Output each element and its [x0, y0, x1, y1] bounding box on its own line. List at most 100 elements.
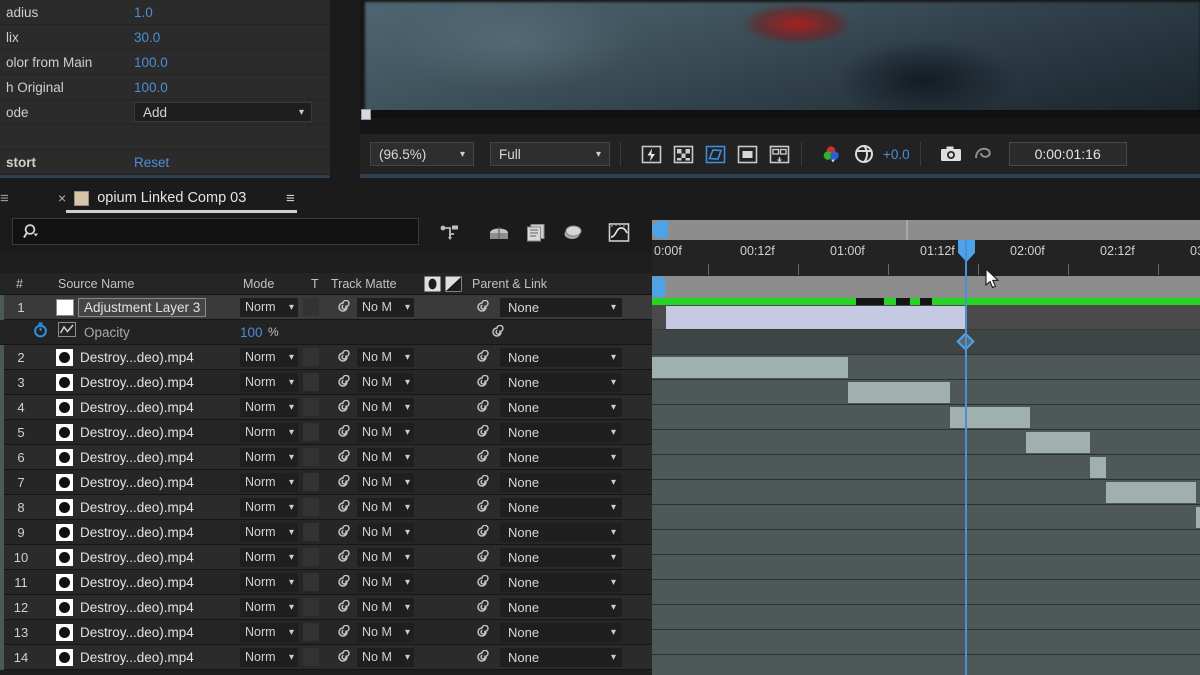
- track-matte-dropdown[interactable]: No M ▾: [357, 597, 414, 617]
- table-row[interactable]: 4 Destroy...deo).mp4 Norm ▾ No M ▾ None ▾: [0, 394, 652, 420]
- track-row[interactable]: [652, 530, 1200, 555]
- exposure-aperture-icon[interactable]: [852, 143, 876, 165]
- layer-mode-dropdown[interactable]: Norm ▾: [240, 472, 298, 492]
- track-row[interactable]: [652, 380, 1200, 405]
- layer-bar[interactable]: [848, 382, 950, 403]
- stopwatch-icon[interactable]: [33, 322, 48, 343]
- preserve-transparency-toggle[interactable]: [303, 548, 319, 566]
- parent-pickwhip-icon[interactable]: [475, 450, 489, 464]
- layer-name[interactable]: Destroy...deo).mp4: [80, 425, 194, 440]
- timeline-menu-icon[interactable]: ≡: [286, 190, 295, 207]
- track-row[interactable]: [652, 405, 1200, 430]
- parent-dropdown[interactable]: None ▾: [500, 522, 622, 542]
- layer-mode-dropdown[interactable]: Norm ▾: [240, 572, 298, 592]
- current-time-display[interactable]: 0:00:01:16: [1008, 142, 1127, 166]
- track-matte-dropdown[interactable]: No M ▾: [357, 572, 414, 592]
- track-row[interactable]: [652, 555, 1200, 580]
- track-matte-dropdown[interactable]: No M ▾: [357, 547, 414, 567]
- parent-dropdown[interactable]: None ▾: [500, 472, 622, 492]
- work-area-bar[interactable]: [652, 276, 1200, 298]
- exposure-value[interactable]: +0.0: [883, 147, 910, 162]
- preserve-transparency-toggle[interactable]: [303, 373, 319, 391]
- channel-rgb-icon[interactable]: [820, 143, 844, 165]
- layer-mode-dropdown[interactable]: Norm ▾: [240, 497, 298, 517]
- preserve-transparency-toggle[interactable]: [303, 498, 319, 516]
- layer-name[interactable]: Destroy...deo).mp4: [80, 650, 194, 665]
- graph-editor-toggle-icon[interactable]: [58, 322, 76, 342]
- work-area-start-handle[interactable]: [652, 277, 665, 297]
- effect-param-value[interactable]: 100.0: [134, 55, 168, 70]
- table-row[interactable]: 9 Destroy...deo).mp4 Norm ▾ No M ▾ None ▾: [0, 519, 652, 545]
- region-of-interest-icon[interactable]: [703, 143, 727, 165]
- parent-pickwhip-icon[interactable]: [475, 650, 489, 664]
- parent-dropdown[interactable]: None ▾: [500, 397, 622, 417]
- table-row[interactable]: 3 Destroy...deo).mp4 Norm ▾ No M ▾ None ▾: [0, 369, 652, 395]
- parent-pickwhip-icon[interactable]: [475, 350, 489, 364]
- layer-name[interactable]: Destroy...deo).mp4: [80, 600, 194, 615]
- track-matte-dropdown[interactable]: No M ▾: [357, 397, 414, 417]
- layer-name[interactable]: Destroy...deo).mp4: [80, 400, 194, 415]
- parent-dropdown[interactable]: None ▾: [500, 347, 622, 367]
- track-matte-spiral-icon[interactable]: [336, 375, 350, 389]
- effect-param-row[interactable]: h Original 100.0: [0, 75, 332, 100]
- effect-param-row[interactable]: adius 1.0: [0, 0, 332, 25]
- resolution-dropdown[interactable]: Full ▾: [490, 142, 610, 166]
- zoom-level-dropdown[interactable]: (96.5%) ▾: [370, 142, 474, 166]
- layer-mode-dropdown[interactable]: Norm ▾: [240, 622, 298, 642]
- fast-previews-icon[interactable]: [639, 143, 663, 165]
- layer-name[interactable]: Destroy...deo).mp4: [80, 550, 194, 565]
- parent-dropdown[interactable]: None ▾: [500, 547, 622, 567]
- graph-editor-icon[interactable]: [606, 220, 632, 244]
- track-matte-spiral-icon[interactable]: [336, 425, 350, 439]
- layer-bar[interactable]: [1026, 432, 1090, 453]
- track-matte-dropdown[interactable]: No M ▾: [357, 622, 414, 642]
- track-matte-spiral-icon[interactable]: [336, 300, 350, 314]
- track-row[interactable]: [652, 355, 1200, 380]
- layer-mode-dropdown[interactable]: Norm ▾: [240, 297, 298, 317]
- layer-mode-dropdown[interactable]: Norm ▾: [240, 647, 298, 667]
- track-row[interactable]: [652, 580, 1200, 605]
- table-row[interactable]: 6 Destroy...deo).mp4 Norm ▾ No M ▾ None ▾: [0, 444, 652, 470]
- preserve-transparency-toggle[interactable]: [303, 473, 319, 491]
- track-matte-spiral-icon[interactable]: [336, 450, 350, 464]
- preserve-transparency-toggle[interactable]: [303, 423, 319, 441]
- track-matte-dropdown[interactable]: No M ▾: [357, 447, 414, 467]
- preserve-transparency-toggle[interactable]: [303, 398, 319, 416]
- matte-invert-icon[interactable]: [445, 276, 462, 295]
- track-matte-dropdown[interactable]: No M ▾: [357, 522, 414, 542]
- layer-mode-dropdown[interactable]: Norm ▾: [240, 347, 298, 367]
- parent-dropdown[interactable]: None ▾: [500, 372, 622, 392]
- parent-pickwhip-icon[interactable]: [475, 575, 489, 589]
- layer-name[interactable]: Destroy...deo).mp4: [80, 625, 194, 640]
- draft-3d-icon[interactable]: [486, 220, 512, 244]
- layer-bar[interactable]: [1196, 507, 1200, 528]
- comp-resize-handle[interactable]: [361, 109, 371, 120]
- parent-pickwhip-icon[interactable]: [475, 525, 489, 539]
- effect-restore-row[interactable]: stort Reset: [0, 150, 332, 175]
- track-matte-spiral-icon[interactable]: [336, 400, 350, 414]
- effect-param-row[interactable]: olor from Main 100.0: [0, 50, 332, 75]
- track-matte-spiral-icon[interactable]: [336, 625, 350, 639]
- snapshot-camera-icon[interactable]: [939, 143, 963, 165]
- parent-pickwhip-icon[interactable]: [475, 500, 489, 514]
- layer-name[interactable]: Destroy...deo).mp4: [80, 350, 194, 365]
- close-icon[interactable]: ×: [58, 190, 66, 206]
- parent-dropdown[interactable]: None ▾: [500, 597, 622, 617]
- preserve-transparency-toggle[interactable]: [303, 648, 319, 666]
- effect-reset-link[interactable]: Reset: [134, 155, 169, 170]
- parent-pickwhip-icon[interactable]: [475, 400, 489, 414]
- layer-mode-dropdown[interactable]: Norm ▾: [240, 372, 298, 392]
- table-row[interactable]: 13 Destroy...deo).mp4 Norm ▾ No M ▾ None ▾: [0, 619, 652, 645]
- time-navigator-start-handle[interactable]: [652, 221, 668, 238]
- layer-mode-dropdown[interactable]: Norm ▾: [240, 597, 298, 617]
- parent-pickwhip-icon[interactable]: [475, 475, 489, 489]
- layer-mode-dropdown[interactable]: Norm ▾: [240, 447, 298, 467]
- track-row[interactable]: [652, 505, 1200, 530]
- layer-name[interactable]: Destroy...deo).mp4: [80, 450, 194, 465]
- track-matte-spiral-icon[interactable]: [336, 525, 350, 539]
- preserve-transparency-toggle[interactable]: [303, 448, 319, 466]
- preserve-transparency-toggle[interactable]: [303, 598, 319, 616]
- parent-pickwhip-icon[interactable]: [475, 375, 489, 389]
- table-row[interactable]: 7 Destroy...deo).mp4 Norm ▾ No M ▾ None ▾: [0, 469, 652, 495]
- track-matte-dropdown[interactable]: No M ▾: [357, 347, 414, 367]
